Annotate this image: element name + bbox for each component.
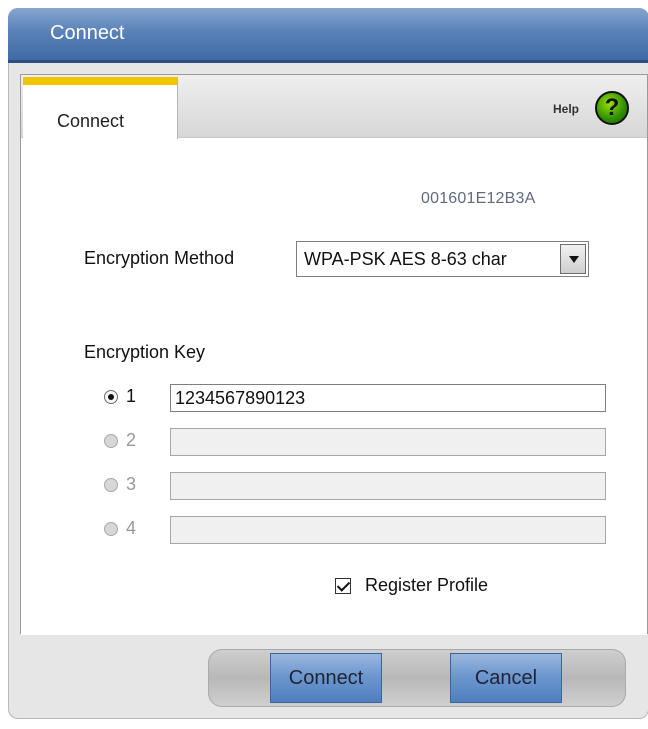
encryption-key-label: Encryption Key <box>84 342 206 362</box>
tab-strip: Connect Help ? <box>21 75 647 139</box>
key-radio-4[interactable] <box>104 522 118 536</box>
help-label[interactable]: Help <box>553 102 579 116</box>
title-bar: Connect <box>8 8 648 63</box>
encryption-key-input-3[interactable] <box>170 472 606 500</box>
register-profile-label[interactable]: Register Profile <box>365 575 488 596</box>
encryption-key-row-1: 1 <box>104 384 624 412</box>
connect-dialog-window: Connect Connect Help ? 001601E12B3A Encr… <box>8 8 648 719</box>
encryption-key-input-4[interactable] <box>170 516 606 544</box>
cancel-button[interactable]: Cancel <box>450 653 562 703</box>
encryption-key-row-4: 4 <box>104 516 624 544</box>
key-number-3: 3 <box>126 474 137 494</box>
chevron-down-icon[interactable] <box>560 244 586 274</box>
key-radio-3[interactable] <box>104 478 118 492</box>
key-number-2: 2 <box>126 430 137 450</box>
encryption-key-row-3: 3 <box>104 472 624 500</box>
encryption-method-label: Encryption Method <box>84 248 235 268</box>
tab-connect-label: Connect <box>57 111 125 131</box>
key-number-1: 1 <box>126 386 137 406</box>
connect-button[interactable]: Connect <box>270 653 382 703</box>
mac-address-text: 001601E12B3A <box>421 190 536 207</box>
key-number-4: 4 <box>126 518 137 538</box>
key-radio-1[interactable] <box>104 390 118 404</box>
encryption-key-row-2: 2 <box>104 428 624 456</box>
encryption-method-value: WPA-PSK AES 8-63 char <box>304 249 507 269</box>
encryption-key-input-2[interactable] <box>170 428 606 456</box>
encryption-key-input-1[interactable] <box>170 384 606 412</box>
register-profile-checkbox[interactable] <box>335 578 351 594</box>
encryption-method-select[interactable]: WPA-PSK AES 8-63 char <box>296 241 589 277</box>
help-icon[interactable]: ? <box>595 91 629 125</box>
window-title: Connect <box>50 22 125 44</box>
key-radio-2[interactable] <box>104 434 118 448</box>
tab-connect[interactable]: Connect <box>23 77 178 139</box>
